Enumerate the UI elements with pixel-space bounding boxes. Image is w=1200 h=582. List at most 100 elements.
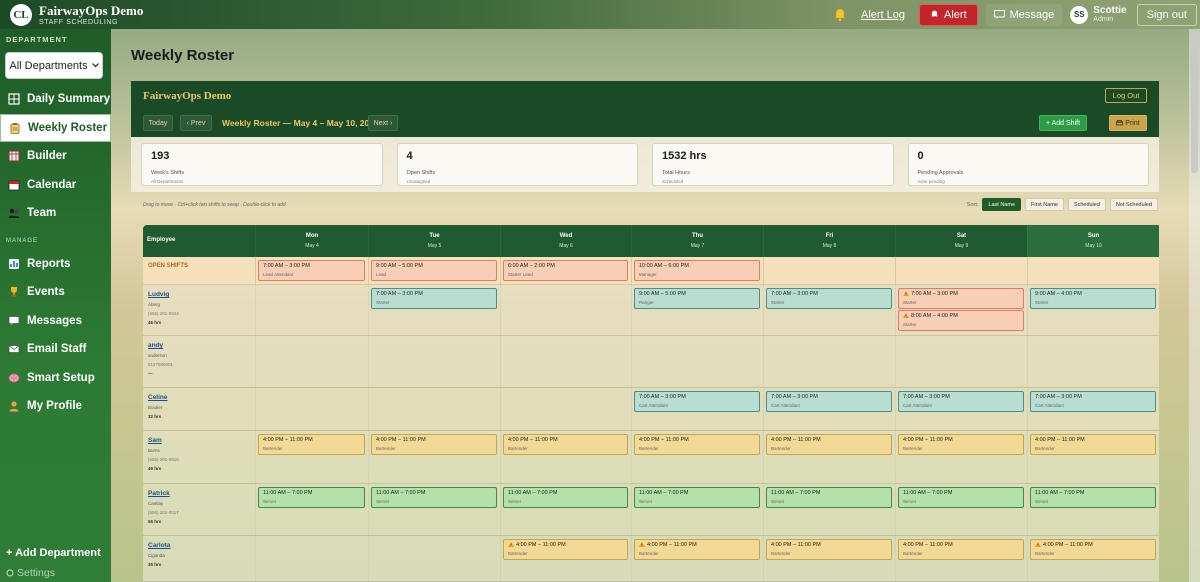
shift-block[interactable]: 7:00 AM – 3:00 PM Cart Attendant xyxy=(1030,391,1156,412)
stats-bar: 193 Week's Shifts All Departments 4 Open… xyxy=(131,137,1159,192)
shift-block[interactable]: 4:00 PM – 11:00 PM Bartender xyxy=(898,539,1024,560)
shift-block[interactable]: 4:00 PM – 11:00 PM Bartender xyxy=(503,539,628,560)
employee-name-link[interactable]: Ludvig xyxy=(148,291,169,298)
shift-block[interactable]: 4:00 PM – 11:00 PM Bartender xyxy=(503,434,628,455)
shift-role: Server xyxy=(1035,499,1049,504)
shift-block[interactable]: 11:00 AM – 7:00 PM Server xyxy=(634,487,760,508)
employee-name-link[interactable]: Patrick xyxy=(148,490,170,497)
filter-scheduled[interactable]: Scheduled xyxy=(1067,198,1106,211)
sidebar-item-daily-summary[interactable]: Daily Summary xyxy=(0,85,111,114)
today-button[interactable]: Today xyxy=(143,115,173,131)
page-scrollbar[interactable] xyxy=(1189,29,1200,582)
department-select[interactable]: All Departments xyxy=(5,52,103,79)
prev-week-button[interactable]: ‹ Prev xyxy=(180,115,212,131)
shift-block[interactable]: 7:00 AM – 3:00 PM Starter xyxy=(766,288,892,309)
shift-block[interactable]: 7:00 AM – 3:00 PM Cart Attendant xyxy=(634,391,760,412)
bell-icon[interactable] xyxy=(833,8,847,22)
shift-block[interactable]: 7:00 AM – 3:00 PM Cart Attendant xyxy=(898,391,1024,412)
shift-block[interactable]: 4:00 PM – 11:00 PM Bartender xyxy=(634,434,760,455)
team-icon xyxy=(8,209,20,219)
day-name: Wed xyxy=(559,233,573,239)
shift-role: Bartender xyxy=(508,446,528,451)
day-header-sat: Sat May 9 xyxy=(895,225,1027,257)
stat-value: 4 xyxy=(406,150,413,162)
sort-first-name[interactable]: First Name xyxy=(1025,198,1064,211)
shift-time: 4:00 PM – 11:00 PM xyxy=(647,542,697,548)
day-date: May 8 xyxy=(822,243,837,249)
shift-time: 6:00 AM – 2:00 PM xyxy=(508,263,555,269)
sidebar-item-reports[interactable]: Reports xyxy=(0,250,111,279)
shift-time: 11:00 AM – 7:00 PM xyxy=(639,490,689,496)
alert-button[interactable]: Alert xyxy=(919,3,978,26)
shift-block[interactable]: 7:00 AM – 3:00 PM Lead Attendant xyxy=(258,260,365,281)
shift-block[interactable]: 7:00 AM – 3:00 PM Cart Attendant xyxy=(766,391,892,412)
shift-block[interactable]: 7:00 AM – 3:00 PM Starter xyxy=(371,288,497,309)
avatar: SS xyxy=(1070,5,1089,24)
add-department-link[interactable]: + Add Department xyxy=(6,547,106,559)
filter-not-scheduled[interactable]: Not Scheduled xyxy=(1109,198,1158,211)
sidebar-item-label: My Profile xyxy=(27,400,82,413)
employee-name-link[interactable]: Celine xyxy=(148,394,168,401)
shift-block[interactable]: 11:00 AM – 7:00 PM Server xyxy=(898,487,1024,508)
user-menu[interactable]: SS Scottie Admin xyxy=(1070,5,1127,24)
shift-block[interactable]: 11:00 AM – 7:00 PM Server xyxy=(766,487,892,508)
shift-block[interactable]: 4:00 PM – 11:00 PM Bartender xyxy=(766,434,892,455)
shift-block[interactable]: 4:00 PM – 11:00 PM Bartender xyxy=(258,434,365,455)
sidebar-item-builder[interactable]: Builder xyxy=(0,142,111,171)
shift-block[interactable]: 6:00 AM – 2:00 PM Starter Lead xyxy=(503,260,628,281)
shift-role: Cart Attendant xyxy=(771,403,800,408)
shift-block[interactable]: 11:00 AM – 7:00 PM Server xyxy=(503,487,628,508)
employee-last-name: Aberg xyxy=(148,302,161,307)
shift-block[interactable]: 4:00 PM – 11:00 PM Bartender xyxy=(766,539,892,560)
employee-name-link[interactable]: Carlota xyxy=(148,542,170,549)
sidebar-item-email-staff[interactable]: Email Staff xyxy=(0,335,111,364)
logo: CL xyxy=(10,3,32,26)
day-name: Fri xyxy=(825,233,834,239)
sidebar-item-events[interactable]: Events xyxy=(0,278,111,307)
sidebar-item-weekly-roster[interactable]: Weekly Roster xyxy=(0,113,111,142)
employee-name-link[interactable]: andy xyxy=(148,342,163,349)
sidebar-item-smart-setup[interactable]: Smart Setup xyxy=(0,364,111,393)
shift-block[interactable]: 11:00 AM – 7:00 PM Server xyxy=(371,487,497,508)
add-shift-button[interactable]: + Add Shift xyxy=(1039,115,1087,131)
sort-last-name[interactable]: Last Name xyxy=(982,198,1022,211)
shift-block[interactable]: 9:00 AM – 5:00 PM Lead xyxy=(371,260,497,281)
shift-block[interactable]: 4:00 PM – 11:00 PM Bartender xyxy=(1030,539,1156,560)
alert-bell-icon xyxy=(931,10,938,17)
sidebar-item-team[interactable]: Team xyxy=(0,199,111,228)
print-button[interactable]: Print xyxy=(1109,115,1147,131)
next-week-button[interactable]: Next › xyxy=(368,115,398,131)
shift-block[interactable]: 10:00 AM – 6:00 PM Manager xyxy=(634,260,760,281)
sidebar-item-messages[interactable]: Messages xyxy=(0,307,111,336)
print-button-label: Print xyxy=(1125,119,1140,127)
shift-time: 11:00 AM – 7:00 PM xyxy=(771,490,821,496)
sign-out-button[interactable]: Sign out xyxy=(1136,3,1197,26)
shift-block[interactable]: 9:00 AM – 4:00 PM Starter xyxy=(1030,288,1156,309)
shift-block[interactable]: 4:00 PM – 11:00 PM Bartender xyxy=(634,539,760,560)
scroll-thumb[interactable] xyxy=(1191,33,1198,173)
brain-icon xyxy=(8,373,20,383)
shift-time: 8:00 AM – 4:00 PM xyxy=(911,313,958,319)
shift-role: Bartender xyxy=(1035,551,1055,556)
sidebar-item-my-profile[interactable]: My Profile xyxy=(0,392,111,421)
employee-name-link[interactable]: Sam xyxy=(148,437,162,444)
shift-block[interactable]: 11:00 AM – 7:00 PM Server xyxy=(1030,487,1156,508)
shift-block[interactable]: 11:00 AM – 7:00 PM Server xyxy=(258,487,365,508)
log-out-button[interactable]: Log Out xyxy=(1105,88,1147,103)
shift-role: Bartender xyxy=(263,446,283,451)
shift-role: Server xyxy=(903,499,917,504)
message-button[interactable]: Message xyxy=(985,3,1063,26)
shift-block[interactable]: 4:00 PM – 11:00 PM Bartender xyxy=(371,434,497,455)
shift-time: 4:00 PM – 11:00 PM xyxy=(376,437,426,443)
shift-block[interactable]: 8:00 AM – 4:00 PM Starter xyxy=(898,310,1024,331)
shift-block[interactable]: 7:00 AM – 3:00 PM Starter xyxy=(898,288,1024,309)
alert-log-link[interactable]: Alert Log xyxy=(861,9,905,21)
settings-label: Settings xyxy=(17,567,55,579)
shift-block[interactable]: 9:00 AM – 5:00 PM Ranger xyxy=(634,288,760,309)
settings-link[interactable]: Settings xyxy=(6,564,106,582)
shift-block[interactable]: 4:00 PM – 11:00 PM Bartender xyxy=(898,434,1024,455)
shift-block[interactable]: 4:00 PM – 11:00 PM Bartender xyxy=(1030,434,1156,455)
sidebar-item-label: Calendar xyxy=(27,178,77,191)
sidebar-item-calendar[interactable]: Calendar xyxy=(0,171,111,200)
employee-phone: (555) 201-0017 xyxy=(148,510,179,515)
